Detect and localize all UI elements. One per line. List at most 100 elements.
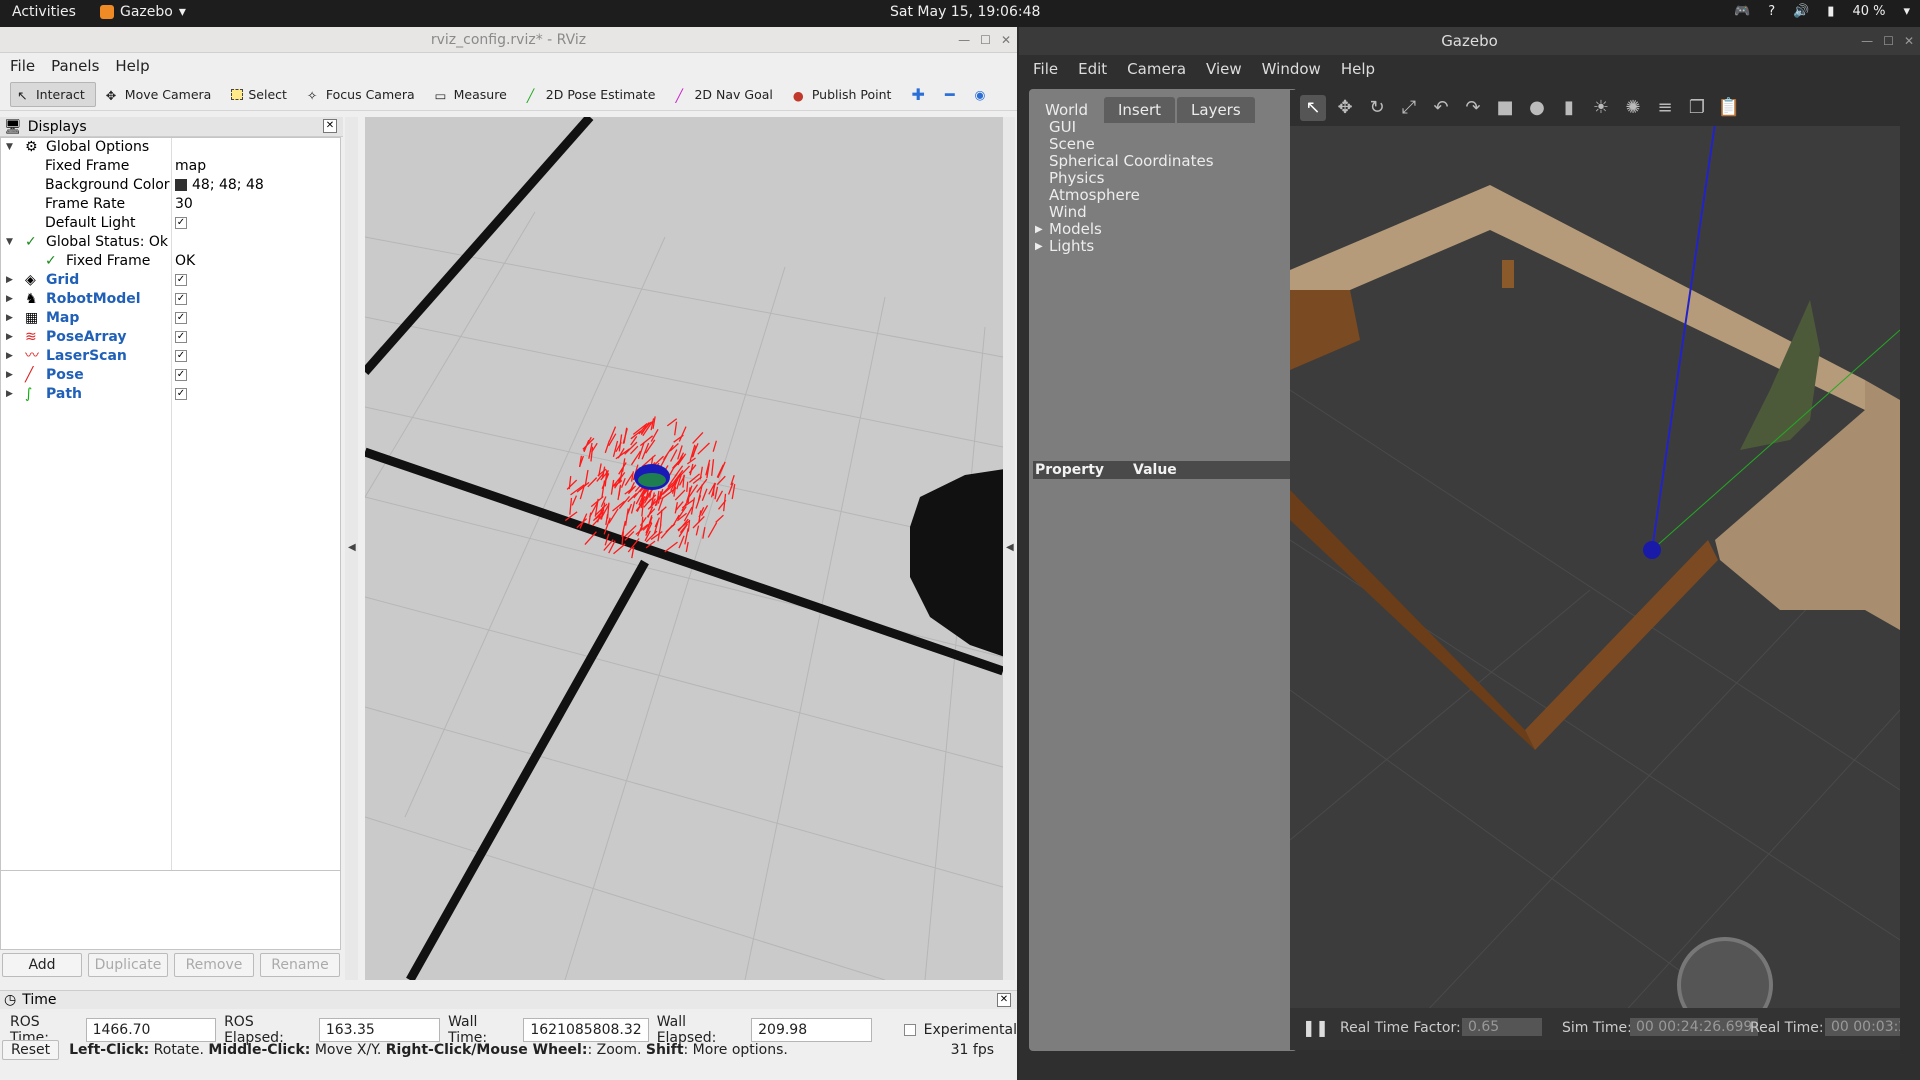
frame-rate-value[interactable]: 30 [175, 195, 193, 214]
world-item-lights[interactable]: ▶ Lights [1035, 238, 1214, 255]
system-tray[interactable]: 🎮 ? 🔊 ▮ 40 % ▾ [1734, 4, 1910, 19]
move-camera-button[interactable]: ✥ Move Camera [100, 83, 222, 106]
enabled-checkbox[interactable]: ✓ [175, 290, 187, 309]
rviz-3d-viewport[interactable] [365, 117, 1003, 980]
rotate-mode-icon[interactable]: ↻ [1364, 95, 1390, 121]
tree-row-background-color[interactable]: Background Color 48; 48; 48 [1, 176, 340, 195]
pose-estimate-button[interactable]: ╱ 2D Pose Estimate [521, 83, 666, 106]
remove-button[interactable]: Remove [174, 953, 254, 977]
display-item-robotmodel[interactable]: ▶ ♞ RobotModel ✓ [1, 290, 340, 309]
tree-row-status-fixed-frame[interactable]: ✓ Fixed Frame OK [1, 252, 340, 271]
point-light-icon[interactable]: ☀ [1588, 95, 1614, 121]
menu-file[interactable]: File [1033, 60, 1058, 78]
enabled-checkbox[interactable]: ✓ [175, 328, 187, 347]
interact-button[interactable]: ↖ Interact [10, 82, 96, 107]
world-item-models[interactable]: ▶ Models [1035, 221, 1214, 238]
enabled-checkbox[interactable]: ✓ [175, 366, 187, 385]
display-item-posearray[interactable]: ▶ ≋ PoseArray ✓ [1, 328, 340, 347]
box-shape-icon[interactable]: ■ [1492, 95, 1518, 121]
camera-type-button[interactable]: ◉ [968, 83, 995, 106]
maximize-icon[interactable]: ☐ [980, 27, 991, 53]
collapse-arrow-icon[interactable]: ▶ [6, 385, 13, 404]
collapse-arrow-icon[interactable]: ▶ [6, 328, 13, 347]
chevron-down-icon[interactable]: ▾ [1903, 4, 1910, 19]
collapse-arrow-icon[interactable]: ▶ [6, 290, 13, 309]
redo-icon[interactable]: ↷ [1460, 95, 1486, 121]
right-splitter[interactable]: ◀ [1003, 117, 1015, 980]
paste-icon[interactable]: 📋 [1716, 95, 1742, 121]
activities-button[interactable]: Activities [12, 4, 76, 20]
collapse-arrow-icon[interactable]: ▶ [6, 271, 13, 290]
enabled-checkbox[interactable]: ✓ [175, 309, 187, 328]
display-item-map[interactable]: ▶ ▦ Map ✓ [1, 309, 340, 328]
collapse-arrow-icon[interactable]: ▶ [6, 309, 13, 328]
volume-icon[interactable]: 🔊 [1793, 4, 1809, 19]
spot-light-icon[interactable]: ✺ [1620, 95, 1646, 121]
cylinder-shape-icon[interactable]: ▮ [1556, 95, 1582, 121]
collapse-left-icon[interactable]: ◀ [348, 542, 356, 553]
nav-goal-button[interactable]: ╱ 2D Nav Goal [669, 83, 782, 106]
battery-icon[interactable]: ▮ [1827, 4, 1834, 19]
world-item-gui[interactable]: GUI [1049, 119, 1214, 136]
display-item-grid[interactable]: ▶ ◈ Grid ✓ [1, 271, 340, 290]
measure-button[interactable]: ▭ Measure [429, 83, 517, 106]
minimize-icon[interactable]: — [1861, 27, 1873, 55]
collapse-right-icon[interactable]: ◀ [1006, 542, 1014, 553]
wall-time-field[interactable]: 1621085808.32 [523, 1018, 649, 1042]
ros-elapsed-field[interactable]: 163.35 [318, 1018, 441, 1042]
help-icon[interactable]: ? [1768, 4, 1775, 19]
publish-point-button[interactable]: ● Publish Point [787, 83, 902, 106]
expand-arrow-icon[interactable]: ▼ [6, 138, 13, 157]
enabled-checkbox[interactable]: ✓ [175, 347, 187, 366]
world-item-scene[interactable]: Scene [1049, 136, 1214, 153]
sphere-shape-icon[interactable]: ● [1524, 95, 1550, 121]
menu-file[interactable]: File [10, 57, 35, 75]
background-color-value[interactable]: 48; 48; 48 [175, 176, 264, 195]
scale-mode-icon[interactable]: ⤢ [1396, 95, 1422, 121]
close-icon[interactable]: ✕ [1001, 27, 1011, 53]
menu-help[interactable]: Help [1341, 60, 1375, 78]
enabled-checkbox[interactable]: ✓ [175, 385, 187, 404]
world-item-atmosphere[interactable]: Atmosphere [1049, 187, 1214, 204]
tree-row-fixed-frame[interactable]: Fixed Frame map [1, 157, 340, 176]
display-item-pose[interactable]: ▶ ╱ Pose ✓ [1, 366, 340, 385]
tree-row-global-status[interactable]: ▼ ✓ Global Status: Ok [1, 233, 340, 252]
undo-icon[interactable]: ↶ [1428, 95, 1454, 121]
focus-camera-button[interactable]: ✧ Focus Camera [301, 83, 425, 106]
add-tool-button[interactable]: ✚ [905, 81, 934, 108]
collapse-arrow-icon[interactable]: ▶ [6, 366, 13, 385]
experimental-checkbox[interactable] [904, 1024, 916, 1036]
close-icon[interactable]: ✕ [997, 993, 1011, 1007]
world-item-wind[interactable]: Wind [1049, 204, 1214, 221]
menu-camera[interactable]: Camera [1127, 60, 1186, 78]
menu-help[interactable]: Help [115, 57, 149, 75]
select-mode-icon[interactable]: ↖ [1300, 95, 1326, 121]
menu-panels[interactable]: Panels [51, 57, 99, 75]
add-button[interactable]: Add [2, 953, 82, 977]
menu-view[interactable]: View [1206, 60, 1242, 78]
rename-button[interactable]: Rename [260, 953, 340, 977]
fixed-frame-value[interactable]: map [175, 157, 206, 176]
discord-icon[interactable]: 🎮 [1734, 4, 1750, 19]
close-icon[interactable]: ✕ [1904, 27, 1914, 55]
pause-icon[interactable]: ❚❚ [1302, 1018, 1329, 1037]
display-item-path[interactable]: ▶ ∫ Path ✓ [1, 385, 340, 404]
tree-row-frame-rate[interactable]: Frame Rate 30 [1, 195, 340, 214]
collapse-arrow-icon[interactable]: ▶ [6, 347, 13, 366]
default-light-checkbox[interactable]: ✓ [175, 214, 187, 233]
select-button[interactable]: Select [225, 83, 297, 106]
menu-window[interactable]: Window [1262, 60, 1321, 78]
world-item-physics[interactable]: Physics [1049, 170, 1214, 187]
copy-icon[interactable]: ❐ [1684, 95, 1710, 121]
clock[interactable]: Sat May 15, 19:06:48 [890, 4, 1040, 20]
world-item-spherical-coordinates[interactable]: Spherical Coordinates [1049, 153, 1214, 170]
tree-row-global-options[interactable]: ▼ ⚙ Global Options [1, 138, 340, 157]
close-icon[interactable]: ✕ [323, 119, 337, 133]
menu-edit[interactable]: Edit [1078, 60, 1107, 78]
ros-time-field[interactable]: 1466.70 [85, 1018, 217, 1042]
reset-button[interactable]: Reset [2, 1040, 60, 1060]
tree-row-default-light[interactable]: Default Light ✓ [1, 214, 340, 233]
expand-arrow-icon[interactable]: ▼ [6, 233, 13, 252]
minimize-icon[interactable]: — [958, 27, 970, 53]
duplicate-button[interactable]: Duplicate [88, 953, 168, 977]
